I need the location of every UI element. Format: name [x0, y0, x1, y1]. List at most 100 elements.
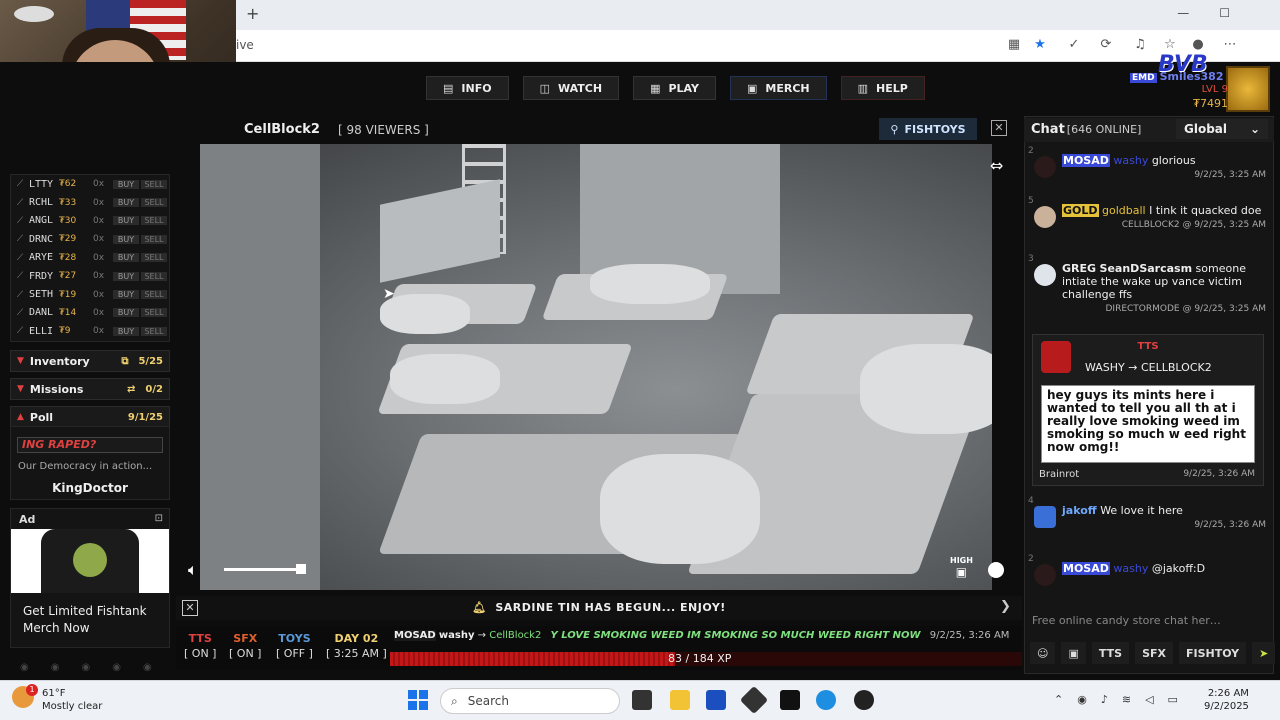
social-icon[interactable]: ◉	[81, 662, 90, 673]
close-icon[interactable]: ✕	[991, 120, 1007, 136]
avatar[interactable]	[1226, 66, 1270, 112]
poll-section[interactable]: ▲ Poll 9/1/25	[10, 406, 170, 428]
next-arrow-icon[interactable]: ❯	[1000, 599, 1011, 614]
fullscreen-icon[interactable]: ⇔	[990, 156, 1003, 175]
tv-app-icon[interactable]	[780, 690, 800, 710]
nav-info-button[interactable]: ▤ INFO	[426, 76, 509, 100]
tts-message-card[interactable]: TTS WASHY → CELLBLOCK2 hey guys its mint…	[1032, 334, 1264, 486]
live-dot-icon[interactable]	[988, 562, 1004, 578]
volume-slider[interactable]	[224, 568, 302, 571]
chat-tts-button[interactable]: TTS	[1091, 642, 1130, 664]
chat-message[interactable]: 3 GREG SeanDSarcasm someone intiate the …	[1028, 254, 1266, 316]
quality-button[interactable]: HIGH ▣	[950, 556, 973, 579]
sell-button[interactable]: SELL	[141, 216, 167, 226]
social-icon[interactable]: ◉	[51, 662, 60, 673]
taskbar-search[interactable]: ⌕ Search	[440, 688, 620, 714]
app-icon[interactable]	[706, 690, 726, 710]
address-bar[interactable]	[236, 30, 1280, 62]
sell-button[interactable]: SELL	[141, 253, 167, 263]
fishtoys-button[interactable]: ⚲ FISHTOYS	[879, 118, 977, 140]
buy-button[interactable]: BUY	[113, 308, 139, 318]
message-username[interactable]: washy	[1113, 562, 1148, 575]
volume-icon[interactable]: 🔈︎	[188, 560, 198, 580]
chat-message[interactable]: 5 GOLD goldball I tink it quacked doe CE…	[1028, 196, 1266, 232]
sfx-toggle[interactable]: SFX [ ON ]	[229, 632, 261, 660]
sell-button[interactable]: SELL	[141, 198, 167, 208]
url-text[interactable]: ive	[236, 38, 254, 52]
start-button-icon[interactable]	[408, 690, 428, 710]
buy-button[interactable]: BUY	[113, 326, 139, 336]
battery-icon[interactable]: ▭	[1168, 693, 1178, 706]
wifi-icon[interactable]: ≋	[1122, 693, 1131, 706]
edge-icon[interactable]	[816, 690, 836, 710]
extension-icon[interactable]: ✓	[1066, 37, 1082, 53]
profile-icon[interactable]: ●	[1190, 37, 1206, 53]
toys-toggle[interactable]: TOYS [ OFF ]	[276, 632, 313, 660]
avatar[interactable]	[1034, 506, 1056, 528]
inventory-section[interactable]: ▼ Inventory ⧉ 5/25	[10, 350, 170, 372]
chat-message[interactable]: 2 MOSAD washy @jakoff:D	[1028, 554, 1266, 586]
nav-merch-button[interactable]: ▣ MERCH	[729, 76, 827, 100]
poll-question[interactable]: ING RAPED?	[17, 437, 163, 453]
sell-button[interactable]: SELL	[141, 179, 167, 189]
buy-button[interactable]: BUY	[113, 179, 139, 189]
sell-button[interactable]: SELL	[141, 271, 167, 281]
app-icon[interactable]: ▦	[1006, 37, 1022, 53]
chat-message[interactable]: 4 jakoff We love it here 9/2/25, 3:26 AM	[1028, 496, 1266, 532]
mic-icon[interactable]: ♪	[1101, 693, 1108, 706]
chat-sfx-button[interactable]: SFX	[1135, 642, 1173, 664]
nav-help-button[interactable]: ▥ HELP	[840, 76, 925, 100]
chat-fishtoy-button[interactable]: FISHTOY	[1178, 642, 1247, 664]
more-icon[interactable]: ⋯	[1222, 37, 1238, 53]
buy-button[interactable]: BUY	[113, 216, 139, 226]
user-profile[interactable]: BVB EMD Smiles382 LVL 9 ₮7491	[1128, 52, 1280, 114]
sell-button[interactable]: SELL	[141, 234, 167, 244]
avatar[interactable]	[1034, 156, 1056, 178]
avatar[interactable]	[1034, 206, 1056, 228]
tts-toggle[interactable]: TTS [ ON ]	[184, 632, 216, 660]
message-username[interactable]: washy	[1113, 154, 1148, 167]
collapse-arrow-icon[interactable]: ▲	[17, 412, 24, 422]
chat-input[interactable]: Free online candy store chat her…	[1032, 614, 1221, 627]
minimize-button[interactable]: —	[1177, 6, 1189, 20]
buy-button[interactable]: BUY	[113, 271, 139, 281]
ad-info-icon[interactable]: ⊡	[155, 513, 163, 524]
sell-button[interactable]: SELL	[141, 326, 167, 336]
chevron-up-icon[interactable]: ⌃	[1054, 693, 1063, 706]
buy-button[interactable]: BUY	[113, 234, 139, 244]
new-tab-button[interactable]: +	[246, 4, 259, 23]
emoji-button[interactable]: ☺	[1030, 642, 1056, 664]
message-username[interactable]: jakoff	[1062, 504, 1097, 517]
chat-channel-select[interactable]: Global ⌄	[1176, 119, 1268, 139]
refresh-icon[interactable]: ⟳	[1098, 37, 1114, 53]
social-icon[interactable]: ◉	[112, 662, 121, 673]
ad-box[interactable]: Ad ⊡ Get Limited Fishtank Merch Now	[10, 508, 170, 648]
avatar[interactable]	[1034, 564, 1056, 586]
buy-button[interactable]: BUY	[113, 253, 139, 263]
maximize-button[interactable]: ☐	[1219, 6, 1230, 20]
nav-play-button[interactable]: ▦ PLAY	[633, 76, 716, 100]
app-tray-icon[interactable]: ◉	[1077, 693, 1087, 706]
chat-message[interactable]: 2 MOSAD washy glorious 9/2/25, 3:25 AM	[1028, 146, 1266, 182]
video-feed[interactable]	[200, 144, 992, 590]
taskbar-clock[interactable]: 2:26 AM 9/2/2025	[1204, 687, 1249, 713]
message-username[interactable]: SeanDSarcasm	[1100, 262, 1193, 275]
ad-image[interactable]	[11, 529, 169, 593]
missions-section[interactable]: ▼ Missions ⇄ 0/2	[10, 378, 170, 400]
social-icon[interactable]: ◉	[143, 662, 152, 673]
media-icon[interactable]: ♫	[1132, 37, 1148, 53]
volume-knob[interactable]	[296, 564, 306, 574]
sell-button[interactable]: SELL	[141, 290, 167, 300]
bookmark-star-icon[interactable]: ★	[1032, 37, 1048, 53]
refresh-icon[interactable]: ⇄	[127, 384, 135, 395]
avatar[interactable]	[1034, 264, 1056, 286]
speaker-icon[interactable]: ◁	[1145, 693, 1153, 706]
buy-button[interactable]: BUY	[113, 290, 139, 300]
social-icon[interactable]: ◉	[20, 662, 29, 673]
nav-watch-button[interactable]: ◫ WATCH	[522, 76, 620, 100]
file-explorer-icon[interactable]	[670, 690, 690, 710]
collapse-arrow-icon[interactable]: ▼	[17, 384, 24, 394]
task-view-icon[interactable]	[632, 690, 652, 710]
send-icon[interactable]: ➤	[1252, 642, 1276, 664]
screen-button[interactable]: ▣	[1061, 642, 1086, 664]
